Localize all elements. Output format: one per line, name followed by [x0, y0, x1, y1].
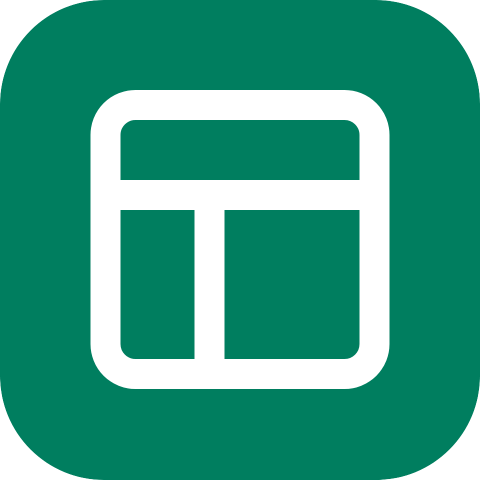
app-icon[interactable] — [0, 0, 480, 480]
layout-icon-svg — [0, 0, 480, 480]
icon-background — [0, 0, 480, 480]
